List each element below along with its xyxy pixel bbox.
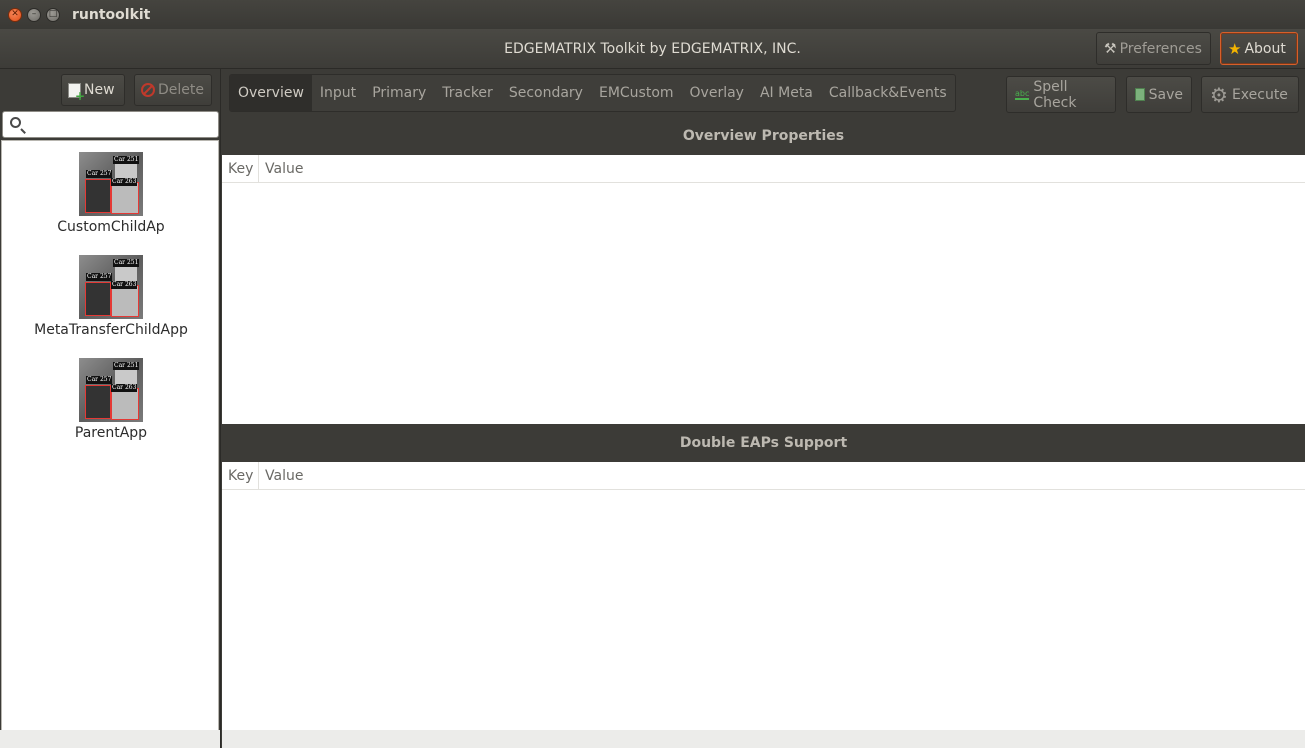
tab-input[interactable]: Input — [312, 75, 364, 111]
tab-tracker[interactable]: Tracker — [434, 75, 501, 111]
thumb-tag: Car 251 — [113, 156, 140, 164]
tab-emcustom[interactable]: EMCustom — [591, 75, 682, 111]
about-button[interactable]: ★ About — [1220, 32, 1298, 65]
list-item[interactable]: Car 251 Car 257 Car 263 MetaTransferChil… — [2, 255, 220, 338]
spell-check-button[interactable]: abc Spell Check — [1006, 76, 1116, 113]
app-label: ParentApp — [74, 425, 148, 441]
app-label: MetaTransferChildApp — [34, 322, 188, 338]
app-thumbnail: Car 251 Car 257 Car 263 — [79, 152, 143, 216]
thumb-tag: Car 263 — [111, 281, 138, 289]
tab-primary[interactable]: Primary — [364, 75, 434, 111]
window-maximize-icon[interactable]: □ — [46, 7, 60, 22]
tab-overview[interactable]: Overview — [230, 75, 312, 111]
tools-icon: ⚒ — [1104, 40, 1117, 57]
thumb-tag: Car 257 — [86, 170, 113, 178]
sidebar-status-bar — [0, 730, 220, 748]
column-header-key[interactable]: Key — [222, 155, 259, 183]
tab-ai-meta[interactable]: AI Meta — [752, 75, 821, 111]
tab-secondary[interactable]: Secondary — [501, 75, 591, 111]
new-label: New — [84, 82, 115, 98]
about-label: About — [1244, 40, 1286, 57]
new-document-icon — [68, 82, 85, 103]
star-icon: ★ — [1228, 39, 1242, 58]
delete-label: Delete — [158, 82, 204, 98]
app-thumbnail: Car 251 Car 257 Car 263 — [79, 358, 143, 422]
overview-properties-header: Overview Properties — [222, 117, 1305, 155]
execute-label: Execute — [1231, 86, 1288, 103]
column-header-value[interactable]: Value — [259, 462, 303, 490]
main-status-bar — [222, 730, 1305, 748]
tab-callback-events[interactable]: Callback&Events — [821, 75, 955, 111]
column-header-value[interactable]: Value — [259, 155, 303, 183]
thumb-tag: Car 251 — [113, 259, 140, 267]
search-input[interactable] — [27, 115, 215, 134]
thumb-tag: Car 257 — [86, 376, 113, 384]
double-eaps-header: Double EAPs Support — [222, 424, 1305, 462]
execute-button[interactable]: ⚙ Execute — [1201, 76, 1299, 113]
tab-overlay[interactable]: Overlay — [682, 75, 752, 111]
column-header-key[interactable]: Key — [222, 462, 259, 490]
window-close-icon[interactable]: ✕ — [8, 7, 22, 22]
new-button[interactable]: New — [61, 74, 125, 106]
spell-check-icon: abc — [1015, 89, 1030, 100]
search-icon — [10, 117, 21, 128]
save-label: Save — [1148, 86, 1183, 103]
thumb-tag: Car 263 — [111, 384, 138, 392]
overview-properties-table: Key Value — [222, 155, 1305, 424]
save-icon — [1135, 88, 1145, 101]
table-header: Key Value — [222, 462, 1305, 490]
window-titlebar: ✕ – □ runtoolkit — [0, 0, 1305, 29]
header-bar: EDGEMATRIX Toolkit by EDGEMATRIX, INC. ⚒… — [0, 29, 1305, 69]
preferences-button[interactable]: ⚒ Preferences — [1096, 32, 1211, 65]
thumb-tag: Car 263 — [111, 178, 138, 186]
table-header: Key Value — [222, 155, 1305, 183]
sidebar: New Delete Car 251 Car 257 Car 263 Custo… — [0, 69, 221, 748]
thumb-tag: Car 257 — [86, 273, 113, 281]
thumb-tag: Car 251 — [113, 362, 140, 370]
double-eaps-table: Key Value — [222, 462, 1305, 730]
window-minimize-icon[interactable]: – — [27, 7, 41, 22]
app-list: Car 251 Car 257 Car 263 CustomChildAp Ca… — [1, 140, 219, 731]
list-item[interactable]: Car 251 Car 257 Car 263 ParentApp — [2, 358, 220, 441]
app-thumbnail: Car 251 Car 257 Car 263 — [79, 255, 143, 319]
app-label: CustomChildAp — [57, 219, 165, 235]
delete-icon — [141, 83, 155, 97]
gear-icon: ⚙ — [1210, 82, 1228, 107]
spell-check-label: Spell Check — [1033, 78, 1077, 111]
search-box — [2, 111, 219, 138]
delete-button[interactable]: Delete — [134, 74, 212, 106]
main-area: Overview Input Primary Tracker Secondary… — [222, 69, 1305, 748]
window-title: runtoolkit — [72, 6, 151, 23]
save-button[interactable]: Save — [1126, 76, 1192, 113]
preferences-label: Preferences — [1119, 40, 1202, 57]
list-item[interactable]: Car 251 Car 257 Car 263 CustomChildAp — [2, 152, 220, 235]
tab-bar: Overview Input Primary Tracker Secondary… — [229, 74, 956, 112]
